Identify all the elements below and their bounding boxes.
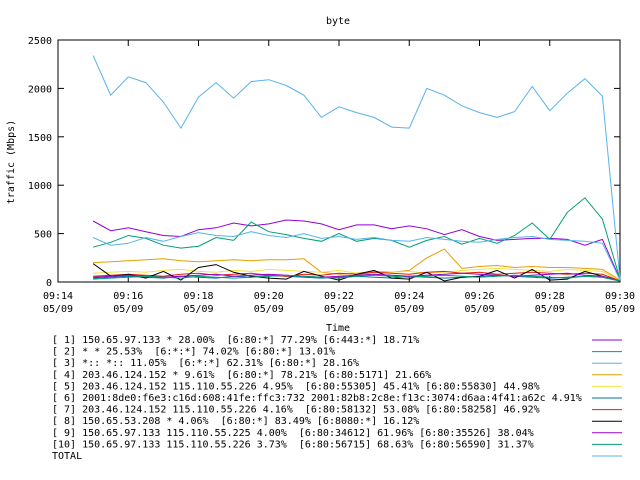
x-tick-date: 05/09 (535, 304, 565, 315)
legend-label: [ 7] 203.46.124.152 115.110.55.226 4.16%… (52, 405, 540, 416)
legend: [ 1] 150.65.97.133 * 28.00% [6:80:*] 77.… (52, 335, 622, 462)
x-tick-time: 09:18 (183, 291, 213, 302)
legend-label: [10] 150.65.97.133 115.110.55.226 3.73% … (52, 439, 534, 450)
x-tick-date: 05/09 (113, 304, 143, 315)
legend-label: [ 5] 203.46.124.152 115.110.55.226 4.95%… (52, 381, 540, 392)
x-tick-date: 05/09 (394, 304, 424, 315)
legend-label: [ 6] 2001:8de0:f6e3:c16d:608:41fe:ffc3:7… (52, 393, 582, 404)
legend-label: [ 3] *:: *:: 11.05% [6:*:*] 62.31% [6:80… (52, 358, 359, 369)
x-tick-date: 05/09 (254, 304, 284, 315)
legend-label: [ 2] * * 25.53% [6:*:*] 74.02% [6:80:*] … (52, 347, 335, 358)
y-tick-label: 500 (34, 230, 52, 241)
x-tick-date: 05/09 (183, 304, 213, 315)
x-axis-label: Time (326, 323, 350, 334)
series-lines (92, 55, 621, 282)
x-tick-time: 09:28 (535, 291, 565, 302)
legend-label: TOTAL (52, 451, 82, 462)
x-tick-time: 09:26 (464, 291, 494, 302)
traffic-chart: byte traffic (Mbps) Time 0 500 1000 1500 200… (6, 16, 635, 462)
x-tick-date: 05/09 (464, 304, 494, 315)
x-tick-date: 05/09 (605, 304, 635, 315)
x-tick-time: 09:24 (394, 291, 424, 302)
legend-label: [ 1] 150.65.97.133 * 28.00% [6:80:*] 77.… (52, 335, 419, 346)
legend-label: [ 4] 203.46.124.152 * 9.61% [6:80:*] 78.… (52, 370, 431, 381)
x-tick-date: 05/09 (43, 304, 73, 315)
series-line-3 (92, 55, 621, 280)
x-tick-time: 09:30 (605, 291, 635, 302)
y-tick-label: 1500 (28, 133, 52, 144)
y-tick-label: 2000 (28, 84, 52, 95)
plot-frame (57, 39, 621, 283)
x-tick-time: 09:14 (43, 291, 73, 302)
x-tick-time: 09:20 (254, 291, 284, 302)
x-tick-time: 09:16 (113, 291, 143, 302)
y-axis-label: traffic (Mbps) (6, 120, 17, 204)
y-tick-label: 1000 (28, 181, 52, 192)
x-tick-time: 09:22 (324, 291, 354, 302)
legend-label: [ 8] 150.65.53.208 * 4.06% [6:80:*] 83.4… (52, 416, 419, 427)
x-tick-date: 05/09 (324, 304, 354, 315)
chart-title: byte (326, 16, 350, 27)
legend-label: [ 9] 150.65.97.133 115.110.55.225 4.00% … (52, 428, 534, 439)
y-tick-label: 2500 (28, 36, 52, 47)
y-tick-label: 0 (46, 278, 52, 289)
